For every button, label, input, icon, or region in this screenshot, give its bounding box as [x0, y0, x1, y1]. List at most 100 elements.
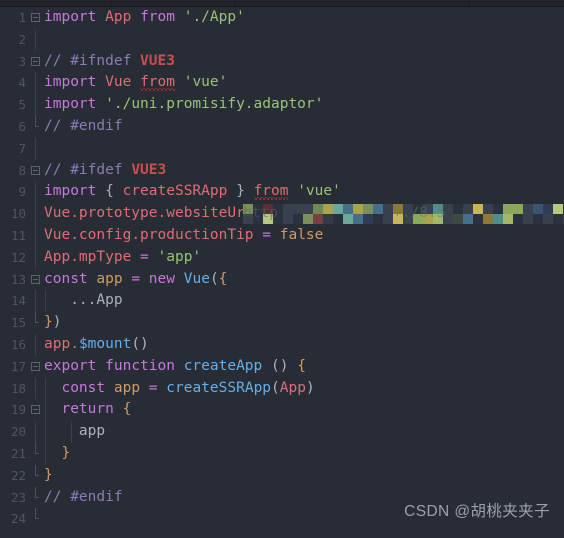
fold-marker[interactable]	[30, 269, 42, 291]
code-text: import './uni.promisify.adaptor'	[44, 96, 324, 113]
code-text: }	[44, 466, 53, 483]
fold-marker	[30, 290, 42, 313]
line-number: 20	[10, 424, 26, 440]
code-text: // #endif	[44, 117, 123, 134]
mosaic-block	[523, 214, 533, 225]
fold-marker	[30, 181, 42, 204]
csdn-watermark: CSDN @胡桃夹夹子	[404, 503, 550, 520]
fold-marker	[30, 115, 42, 138]
code-line[interactable]: 9 import { createSSRApp } from 'vue'	[0, 181, 564, 204]
mosaic-block	[513, 214, 523, 225]
code-line[interactable]: 11 Vue.config.productionTip = false	[0, 224, 564, 247]
code-line[interactable]: 6 // #endif	[0, 115, 564, 138]
code-line[interactable]: 22 }	[0, 464, 564, 487]
fold-marker[interactable]	[30, 356, 42, 378]
code-text: Vue.config.productionTip = false	[44, 226, 324, 243]
code-line[interactable]: 4 import Vue from 'vue'	[0, 72, 564, 95]
mosaic-block	[383, 214, 393, 225]
mosaic-block	[543, 214, 553, 225]
code-line[interactable]: 15 })	[0, 312, 564, 334]
mosaic-block	[503, 204, 513, 215]
tab-separator	[110, 0, 111, 6]
fold-marker	[30, 377, 42, 400]
fold-marker[interactable]	[30, 160, 42, 182]
redacted-ghost-text: http	[243, 205, 278, 222]
mosaic-block	[493, 214, 503, 225]
fold-marker	[30, 486, 42, 509]
code-line[interactable]: 5 import './uni.promisify.adaptor'	[0, 94, 564, 116]
fold-marker	[30, 137, 42, 160]
line-number: 3	[18, 53, 26, 69]
line-number: 12	[10, 249, 26, 265]
mosaic-block	[383, 204, 393, 215]
code-text: return {	[44, 399, 131, 422]
mosaic-block	[343, 214, 353, 225]
mosaic-block	[353, 214, 363, 225]
mosaic-block	[333, 214, 343, 225]
mosaic-block	[483, 204, 493, 215]
fold-marker[interactable]	[30, 7, 42, 29]
code-line-censored[interactable]: 10 Vue.prototype.websiteUrl = http +./8.…	[0, 203, 564, 225]
mosaic-block	[533, 214, 543, 225]
code-line[interactable]: 7	[0, 137, 564, 160]
mosaic-block	[333, 204, 343, 215]
fold-marker[interactable]	[30, 399, 42, 421]
line-number: 5	[18, 97, 26, 113]
mosaic-block	[283, 204, 293, 215]
code-line[interactable]: 18 const app = createSSRApp(App)	[0, 377, 564, 400]
mosaic-block	[293, 204, 303, 215]
mosaic-block	[463, 204, 473, 215]
mosaic-block	[533, 204, 543, 215]
fold-marker[interactable]	[30, 51, 42, 73]
fold-marker	[30, 421, 42, 443]
code-text: App.mpType = 'app'	[44, 248, 202, 265]
mosaic-block	[363, 204, 373, 215]
line-number: 2	[18, 31, 26, 47]
code-line[interactable]: 12 App.mpType = 'app'	[0, 246, 564, 269]
code-text: }	[44, 442, 70, 465]
mosaic-block	[483, 214, 493, 225]
code-line[interactable]: 17 export function createApp () {	[0, 356, 564, 378]
mosaic-block	[283, 214, 293, 225]
line-number: 8	[18, 162, 26, 178]
fold-marker	[30, 224, 42, 247]
mosaic-block	[373, 204, 383, 215]
code-text: })	[44, 314, 62, 331]
code-text: app	[44, 421, 105, 443]
code-line[interactable]: 2	[0, 28, 564, 51]
mosaic-block	[303, 204, 313, 215]
tab-separator	[235, 0, 236, 6]
code-line[interactable]: 19 return {	[0, 399, 564, 422]
line-number: 6	[18, 118, 26, 134]
code-line[interactable]: 8 // #ifdef VUE3	[0, 160, 564, 182]
line-number: 21	[10, 445, 26, 461]
code-text: export function createApp () {	[44, 357, 306, 374]
mosaic-block	[473, 204, 483, 215]
code-text: ...App	[44, 290, 123, 313]
mosaic-block	[543, 204, 553, 215]
code-line[interactable]: 20 app	[0, 421, 564, 443]
mosaic-block	[303, 214, 313, 225]
editor-tab-strip[interactable]	[0, 0, 564, 7]
mosaic-block	[513, 204, 523, 215]
code-text: const app = createSSRApp(App)	[44, 377, 315, 400]
fold-marker	[30, 508, 42, 530]
code-line[interactable]: 21 }	[0, 442, 564, 465]
spelling-error-token: from	[253, 183, 289, 200]
mosaic-block	[463, 214, 473, 225]
code-text: // #ifdef VUE3	[44, 161, 167, 178]
code-text: import { createSSRApp } from 'vue'	[44, 183, 341, 200]
code-line[interactable]: 1 import App from './App'	[0, 7, 564, 29]
line-number: 9	[18, 184, 26, 200]
line-number: 17	[10, 358, 26, 374]
code-line[interactable]: 16 app.$mount()	[0, 333, 564, 356]
line-number: 10	[10, 206, 26, 222]
code-editor[interactable]: 1 import App from './App' 2 3 // #ifndef…	[0, 7, 564, 538]
line-number: 15	[10, 315, 26, 331]
mosaic-block	[453, 204, 463, 215]
code-line[interactable]: 14 ...App	[0, 290, 564, 313]
code-line[interactable]: 3 // #ifndef VUE3	[0, 51, 564, 73]
code-line[interactable]: 13 const app = new Vue({	[0, 269, 564, 291]
code-text: // #ifndef VUE3	[44, 52, 175, 69]
fold-marker	[30, 28, 42, 51]
